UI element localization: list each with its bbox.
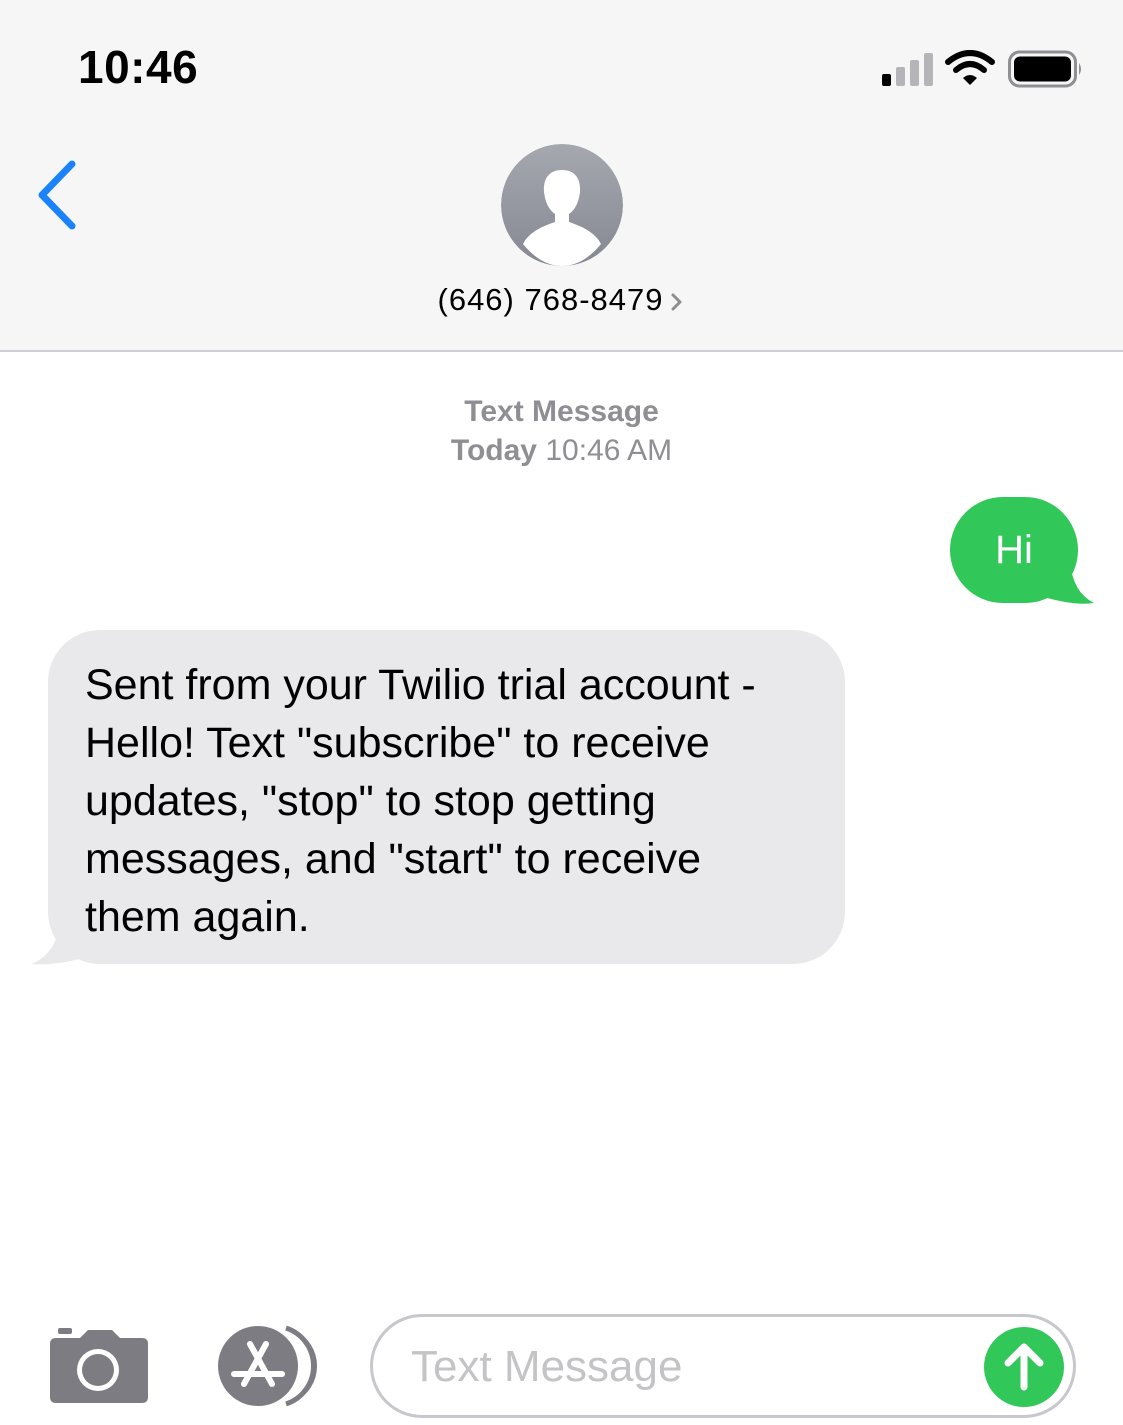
back-button[interactable] — [30, 150, 90, 240]
contact-name-button[interactable]: (646) 768-8479 — [0, 282, 1123, 318]
arrow-up-icon — [1004, 1343, 1044, 1391]
contact-avatar[interactable] — [501, 144, 623, 266]
date-label: Today — [450, 434, 537, 467]
incoming-message-bubble[interactable]: Sent from your Twilio trial account - He… — [48, 630, 845, 964]
date-time-line: Today 10:46 AM — [0, 431, 1123, 470]
chevron-right-icon — [671, 293, 681, 311]
message-input[interactable] — [411, 1335, 971, 1399]
battery-icon — [1008, 50, 1081, 88]
navigation-header: 10:46 (646) 768-8479 — [0, 0, 1123, 352]
wifi-icon — [945, 50, 995, 85]
contact-phone-number: (646) 768-8479 — [437, 282, 664, 317]
time-label: 10:46 AM — [545, 434, 673, 467]
service-label: Text Message — [464, 395, 659, 428]
message-timestamp: Text Message Today 10:46 AM — [0, 392, 1123, 470]
camera-icon — [50, 1328, 148, 1403]
status-time: 10:46 — [78, 41, 199, 93]
message-input-container — [370, 1314, 1076, 1418]
camera-button[interactable] — [50, 1328, 148, 1403]
outgoing-message-bubble[interactable]: Hi — [950, 497, 1078, 603]
person-silhouette-icon — [501, 144, 623, 266]
app-store-icon — [218, 1325, 317, 1407]
chevron-left-icon — [38, 160, 76, 230]
send-button[interactable] — [984, 1327, 1064, 1407]
app-store-button[interactable] — [208, 1324, 320, 1408]
cellular-signal-icon — [882, 53, 933, 86]
